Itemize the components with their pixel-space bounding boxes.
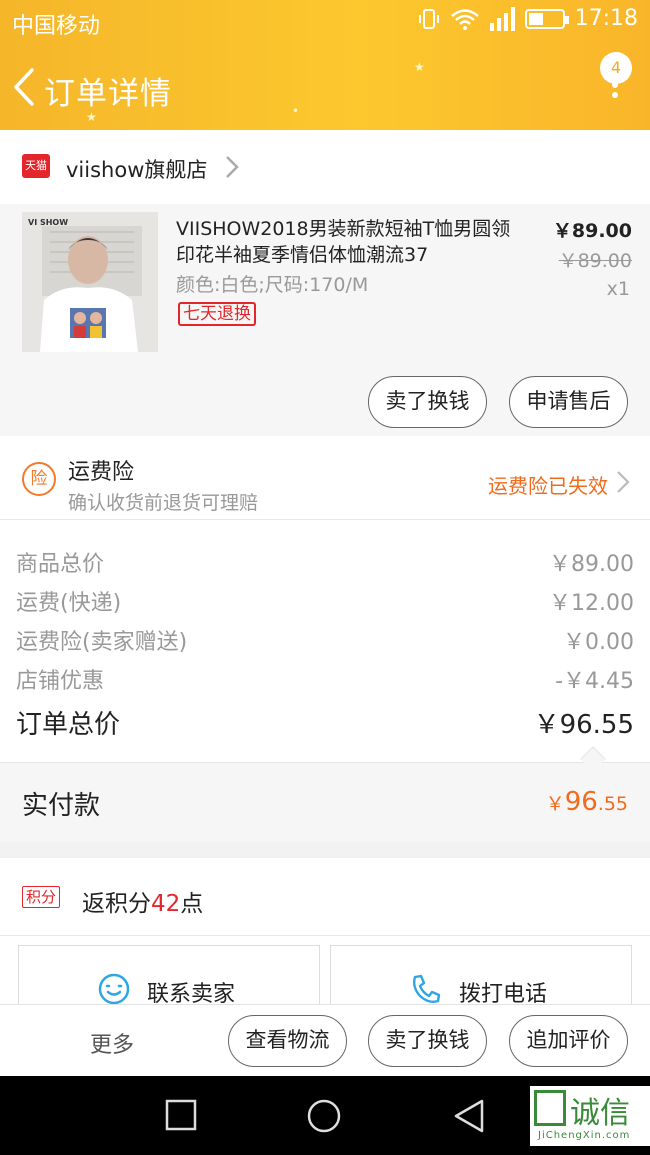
product-spec: 颜色:白色;尺码:170/M — [176, 274, 369, 296]
tmall-icon: 天猫 — [22, 154, 50, 178]
amount-integer: 96 — [564, 787, 598, 817]
summary-row: 运费险(卖家赠送) ￥0.00 — [16, 624, 634, 655]
summary-value: ￥0.00 — [563, 630, 634, 655]
points-amount: 42 — [151, 891, 181, 917]
bottom-action-bar: 更多 查看物流 卖了换钱 追加评价 — [0, 1004, 650, 1076]
points-row: 积分 返积分42点 — [0, 858, 650, 936]
currency-symbol: ￥ — [545, 793, 565, 815]
summary-value: ￥12.00 — [549, 591, 634, 616]
order-total-label: 订单总价 — [16, 710, 121, 740]
points-suffix: 点 — [180, 891, 204, 917]
chat-bubble-icon — [98, 973, 130, 1005]
chevron-right-icon — [226, 156, 239, 178]
product-price: ￥89.00 — [552, 220, 632, 242]
vibrate-icon — [418, 8, 439, 29]
system-nav-bar: 诚信 JiChengXin.com — [0, 1076, 650, 1155]
page-title: 订单详情 — [44, 76, 172, 112]
points-prefix: 返积分 — [82, 891, 151, 917]
carrier-label: 中国移动 — [12, 14, 101, 39]
insurance-title: 运费险 — [68, 460, 135, 485]
after-sale-button[interactable]: 申请售后 — [509, 376, 628, 428]
insurance-icon: 险 — [22, 462, 56, 496]
order-total-value: ￥96.55 — [533, 710, 634, 740]
product-quantity: x1 — [606, 278, 630, 300]
watermark-logo: 诚信 JiChengXin.com — [530, 1086, 650, 1146]
status-bar: 中国移动 17:18 — [0, 0, 650, 44]
summary-value: -￥4.45 — [555, 669, 634, 694]
summary-row: 商品总价 ￥89.00 — [16, 546, 634, 577]
summary-label: 运费(快递) — [16, 591, 122, 616]
battery-icon — [524, 8, 569, 29]
product-original-price: ￥89.00 — [558, 250, 632, 272]
summary-row: 店铺优惠 -￥4.45 — [16, 663, 634, 694]
watermark-site: JiChengXin.com — [538, 1130, 631, 1141]
view-logistics-button[interactable]: 查看物流 — [228, 1015, 347, 1067]
header-area: ★ ★ • 中国移动 17:18 订单详情 4 — [0, 0, 650, 130]
thumbnail-brand: VI SHOW — [28, 218, 69, 227]
back-icon[interactable] — [452, 1098, 486, 1134]
product-thumbnail[interactable]: VI SHOW — [22, 212, 158, 352]
points-text: 返积分42点 — [82, 884, 203, 918]
contact-section: 联系卖家 拨打电话 — [0, 936, 650, 1015]
summary-label: 运费险(卖家赠送) — [16, 630, 188, 655]
wifi-icon — [450, 8, 479, 30]
amount-decimal: .55 — [597, 793, 628, 815]
summary-label: 商品总价 — [16, 552, 105, 577]
actual-payment-amount: ￥96.55 — [546, 787, 628, 817]
summary-value: ￥89.00 — [549, 552, 634, 577]
shop-name: viishow旗舰店 — [66, 158, 208, 182]
more-link[interactable]: 更多 — [90, 1027, 134, 1059]
summary-label: 店铺优惠 — [16, 669, 105, 694]
signal-icon — [489, 6, 515, 31]
watermark-title: 诚信 — [570, 1096, 630, 1131]
price-summary: 商品总价 ￥89.00 运费(快递) ￥12.00 运费险(卖家赠送) ￥0.0… — [0, 520, 650, 762]
home-icon[interactable] — [306, 1098, 342, 1134]
chevron-right-icon — [617, 471, 630, 493]
notification-badge: 4 — [600, 52, 632, 84]
summary-row: 运费(快递) ￥12.00 — [16, 585, 634, 616]
nav-bar: 订单详情 4 — [0, 44, 650, 130]
add-review-button[interactable]: 追加评价 — [509, 1015, 628, 1067]
order-total: 订单总价 ￥96.55 — [16, 704, 634, 741]
back-arrow-icon[interactable] — [8, 66, 38, 108]
more-menu-icon[interactable] — [612, 82, 620, 108]
sell-for-cash-button[interactable]: 卖了换钱 — [368, 376, 487, 428]
product-title[interactable]: VIISHOW2018男装新款短袖T恤男圆领印花半袖夏季情侣体恤潮流37 — [176, 216, 516, 268]
shipping-insurance-row[interactable]: 险 运费险 确认收货前退货可理赔 运费险已失效 — [0, 436, 650, 520]
recent-apps-icon[interactable] — [164, 1098, 198, 1132]
points-tag: 积分 — [22, 886, 61, 908]
insurance-subtitle: 确认收货前退货可理赔 — [68, 492, 259, 514]
product-card: VI SHOW VIISHOW2018男装新款短袖T恤男圆领印花半袖夏季情侣体恤… — [0, 204, 650, 436]
insurance-status: 运费险已失效 — [488, 474, 608, 498]
shop-row[interactable]: 天猫 viishow旗舰店 — [0, 130, 650, 204]
clock: 17:18 — [574, 6, 638, 31]
return-policy-tag: 七天退换 — [178, 302, 256, 326]
sell-for-cash-button[interactable]: 卖了换钱 — [368, 1015, 487, 1067]
actual-payment: 实付款 ￥96.55 — [0, 762, 650, 842]
actual-payment-label: 实付款 — [22, 791, 101, 821]
phone-icon — [412, 974, 441, 1004]
